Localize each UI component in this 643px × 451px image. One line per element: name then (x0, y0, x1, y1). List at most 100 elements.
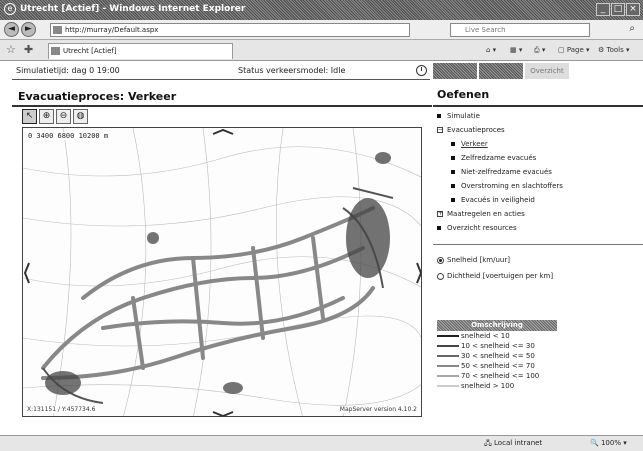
page-icon (51, 47, 60, 55)
traffic-panel: Evacuatieproces: Verkeer ↖ ⊕ ⊖ ◍ 0 3400 … (12, 84, 432, 419)
window-title-bar: e Utrecht [Actief] - Windows Internet Ex… (0, 0, 643, 20)
map-view[interactable]: 0 3400 6800 10200 m X:131151 / Y:457734.… (22, 127, 422, 417)
security-zone: 🖧 Local intranet (484, 439, 543, 447)
address-field[interactable]: http://murray/Default.aspx (50, 23, 410, 37)
search-placeholder: Live Search (465, 26, 506, 34)
nav-item-veiligheid[interactable]: Evacués in veiligheid (451, 194, 535, 206)
nav-item-verkeer[interactable]: Verkeer (451, 138, 488, 150)
url-text: http://murray/Default.aspx (65, 26, 159, 34)
print-icon[interactable]: ⎙ ▾ (534, 43, 545, 58)
add-favorites-icon[interactable]: ✚ (24, 43, 33, 56)
page-menu[interactable]: ▢ Page ▾ (558, 43, 590, 58)
address-bar-row: ◄ ► http://murray/Default.aspx Live Sear… (0, 20, 643, 40)
exercise-panel: Oefenen Simulatie − Evacuatieproces Verke… (433, 84, 643, 419)
option-snelheid[interactable]: Snelheid [km/uur] (437, 254, 510, 266)
favorites-star-icon[interactable]: ☆ (6, 43, 16, 56)
legend-swatch (437, 365, 459, 367)
radio-icon[interactable] (437, 272, 444, 280)
legend-swatch (437, 385, 459, 387)
nav-item-zelfredzame[interactable]: Zelfredzame evacués (451, 152, 536, 164)
radio-selected-icon[interactable] (437, 256, 444, 264)
nav-label: Evacuatieproces (447, 126, 505, 134)
tools-menu[interactable]: ⚙ Tools ▾ (598, 43, 630, 58)
search-icon[interactable]: ⌕ (595, 23, 635, 37)
nav-label: Verkeer (461, 140, 488, 148)
nav-label: Maatregelen en acties (447, 210, 525, 218)
nav-item-niet-zelfredzame[interactable]: Niet-zelfredzame evacués (451, 166, 552, 178)
legend-label: 70 < snelheid <= 100 (461, 372, 540, 380)
bullet-icon (451, 142, 455, 146)
legend-title: Omschrijving (437, 320, 557, 331)
legend-row: 50 < snelheid <= 70 (437, 361, 557, 371)
bullet-icon (437, 114, 441, 118)
zoom-in-icon[interactable]: ⊕ (39, 109, 54, 124)
evacuation-routes (41, 206, 375, 380)
nav-label: Overzicht resources (447, 224, 517, 232)
option-label: Dichtheid [voertuigen per km] (447, 272, 554, 280)
browser-status-bar: 🖧 Local intranet 🔍 100% ▾ (0, 435, 643, 451)
mapserver-credit: MapServer version 4.10.2 (339, 406, 417, 413)
pointer-tool-icon[interactable]: ↖ (22, 109, 37, 124)
legend-row: 30 < snelheid <= 50 (437, 351, 557, 361)
minimize-button[interactable]: _ (596, 3, 610, 16)
bullet-icon (451, 170, 455, 174)
legend-swatch (437, 375, 459, 377)
top-tabs: Overzicht (433, 63, 643, 79)
exercise-divider (433, 105, 643, 107)
maximize-button[interactable]: □ (611, 3, 625, 16)
back-button[interactable]: ◄ (4, 22, 19, 37)
traffic-model-status: Status verkeersmodel: Idle (238, 66, 346, 75)
expand-icon[interactable]: + (437, 211, 443, 217)
zone-label: Local intranet (494, 439, 543, 447)
congested-routes (42, 187, 394, 404)
speed-legend: Omschrijving snelheid < 10 10 < snelheid… (437, 320, 557, 391)
nav-label: Overstroming en slachtoffers (461, 182, 563, 190)
nav-item-overstroming[interactable]: Overstroming en slachtoffers (451, 180, 563, 192)
zoom-value: 100% (600, 439, 621, 447)
legend-label: 50 < snelheid <= 70 (461, 362, 535, 370)
zoom-level[interactable]: 🔍 100% ▾ (590, 439, 627, 447)
legend-swatch (437, 355, 459, 357)
title-divider (12, 105, 432, 107)
tab-second[interactable] (479, 63, 523, 79)
collapse-icon[interactable]: − (437, 127, 443, 133)
legend-swatch (437, 345, 459, 347)
legend-row: 70 < snelheid <= 100 (437, 371, 557, 381)
nav-label: Niet-zelfredzame evacués (461, 168, 552, 176)
legend-label: snelheid < 10 (461, 332, 510, 340)
panel-separator (433, 244, 643, 245)
exercise-title: Oefenen (437, 88, 490, 101)
legend-label: 10 < snelheid <= 30 (461, 342, 535, 350)
nav-item-resources[interactable]: Overzicht resources (437, 222, 517, 234)
bullet-icon (451, 198, 455, 202)
search-input[interactable]: Live Search (450, 23, 590, 37)
home-icon[interactable]: ⌂ ▾ (486, 43, 496, 58)
nav-item-maatregelen[interactable]: + Maatregelen en acties (437, 208, 525, 220)
close-button[interactable]: × (626, 3, 640, 16)
tab-utrecht[interactable]: Utrecht [Actief] (48, 43, 233, 59)
nav-label: Zelfredzame evacués (461, 154, 537, 162)
tab-label: Utrecht [Actief] (63, 47, 117, 55)
tab-bar: ☆ ✚ Utrecht [Actief] ⌂ ▾ ▦ ▾ ⎙ ▾ ▢ Page … (0, 40, 643, 61)
nav-label: Evacués in veiligheid (461, 196, 535, 204)
panel-title: Evacuatieproces: Verkeer (18, 90, 177, 103)
tab-active[interactable] (433, 63, 477, 79)
legend-row: snelheid > 100 (437, 381, 557, 391)
nav-item-evacuatieproces[interactable]: − Evacuatieproces (437, 124, 505, 136)
feeds-icon[interactable]: ▦ ▾ (510, 43, 522, 58)
tab-overzicht[interactable]: Overzicht (525, 63, 569, 79)
urban-areas (45, 152, 391, 395)
map-canvas (23, 128, 421, 416)
simulation-time: Simulatietijd: dag 0 19:00 (16, 66, 120, 75)
window-title: Utrecht [Actief] - Windows Internet Expl… (20, 4, 246, 14)
page-icon (53, 26, 62, 34)
globe-icon[interactable]: ◍ (73, 109, 88, 124)
option-label: Snelheid [km/uur] (447, 256, 510, 264)
forward-button[interactable]: ► (21, 22, 36, 37)
bullet-icon (451, 184, 455, 188)
nav-item-simulatie[interactable]: Simulatie (437, 110, 480, 122)
option-dichtheid[interactable]: Dichtheid [voertuigen per km] (437, 270, 553, 282)
page-menu-label: Page (566, 46, 584, 54)
legend-label: 30 < snelheid <= 50 (461, 352, 535, 360)
zoom-out-icon[interactable]: ⊖ (56, 109, 71, 124)
